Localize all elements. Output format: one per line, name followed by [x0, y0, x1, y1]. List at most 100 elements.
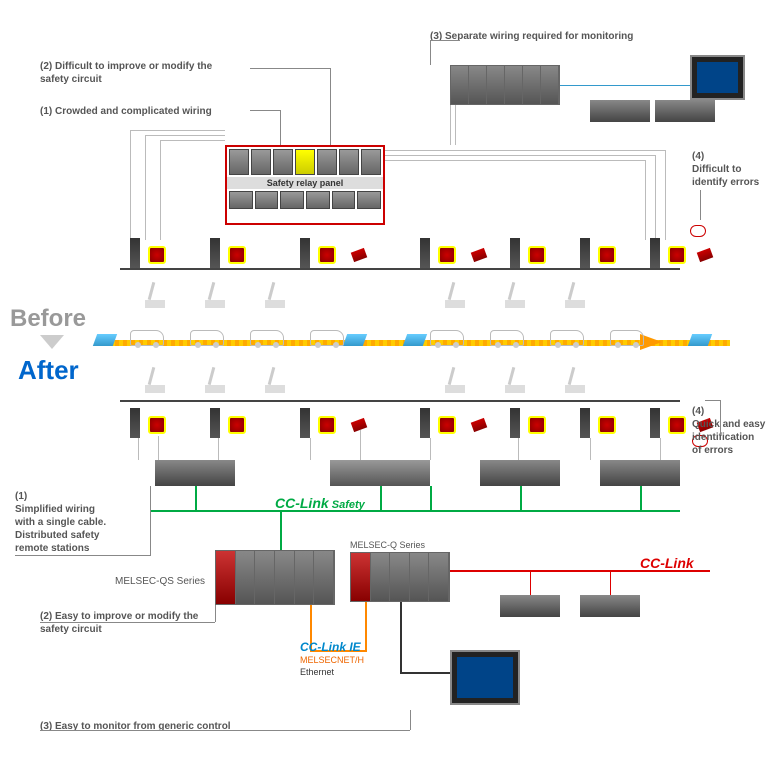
wire	[665, 150, 666, 240]
after-rail	[120, 400, 680, 402]
e-stop	[668, 246, 686, 264]
cc-safety-drop	[520, 486, 522, 510]
wire	[645, 160, 646, 240]
robot-icon	[560, 280, 590, 308]
car-icon	[610, 330, 644, 346]
wire	[655, 155, 656, 240]
cc-remote	[580, 595, 640, 617]
leader-1v	[280, 110, 281, 145]
wire	[138, 438, 139, 460]
leader-a1	[15, 555, 150, 556]
robot-icon	[500, 365, 530, 393]
leader-a2	[40, 622, 215, 623]
leader-2v	[330, 68, 331, 145]
wire	[590, 438, 591, 460]
robot-icon	[440, 365, 470, 393]
e-stop	[318, 246, 336, 264]
switch	[351, 248, 368, 262]
wire	[310, 438, 311, 460]
car-icon	[490, 330, 524, 346]
leader-4v	[700, 190, 701, 220]
leader-a1v	[150, 486, 151, 556]
cc-link-label: CC-Link	[640, 555, 694, 571]
cc-link-drop	[610, 570, 611, 595]
wire	[450, 105, 451, 145]
safety-remote	[330, 460, 430, 486]
wire	[385, 160, 645, 161]
safety-relay-panel: Safety relay panel	[225, 145, 385, 225]
ccie-line	[365, 602, 367, 650]
sensor	[210, 408, 220, 438]
error-indicator	[690, 225, 706, 237]
sensor	[130, 408, 140, 438]
wire	[160, 140, 161, 240]
sensor	[300, 408, 310, 438]
switch	[351, 418, 368, 432]
eth-line-h	[400, 672, 450, 674]
eth-line	[400, 602, 402, 672]
cc-safety-drop	[195, 486, 197, 510]
melsec-q-plc	[350, 552, 450, 602]
car-icon	[430, 330, 464, 346]
wire	[158, 436, 159, 460]
wire	[145, 135, 146, 240]
melsec-qs-label: MELSEC-QS Series	[115, 575, 205, 588]
leader-a4v	[720, 400, 721, 435]
safety-remote	[480, 460, 560, 486]
before-remote-2	[655, 100, 715, 122]
after-label-3: (3) Easy to monitor from generic control	[40, 720, 231, 733]
e-stop	[528, 416, 546, 434]
before-plc	[450, 65, 560, 105]
robot-icon	[260, 365, 290, 393]
e-stop	[148, 416, 166, 434]
before-title: Before	[10, 305, 86, 333]
relay-panel-label: Safety relay panel	[227, 177, 383, 189]
robot-icon	[440, 280, 470, 308]
leader-2	[250, 68, 330, 69]
before-rail	[120, 268, 680, 270]
sensor	[210, 238, 220, 268]
e-stop	[438, 246, 456, 264]
e-stop	[318, 416, 336, 434]
car-icon	[130, 330, 164, 346]
robot-icon	[260, 280, 290, 308]
after-label-4: (4) Quick and easy identification of err…	[692, 405, 765, 457]
leader-3v	[430, 40, 431, 65]
wire	[360, 430, 361, 460]
e-stop	[528, 246, 546, 264]
car-icon	[550, 330, 584, 346]
leader-a4	[705, 400, 720, 401]
sensor	[420, 408, 430, 438]
before-hmi	[690, 55, 745, 100]
e-stop	[668, 416, 686, 434]
e-stop	[598, 416, 616, 434]
before-remote-1	[590, 100, 650, 122]
sensor	[580, 408, 590, 438]
wire	[455, 105, 456, 145]
robot-icon	[500, 280, 530, 308]
wire	[160, 140, 225, 141]
e-stop	[148, 246, 166, 264]
leader-1	[250, 110, 280, 111]
before-net-line	[560, 85, 690, 86]
cc-ie-label: CC-Link IE MELSECNET/H Ethernet	[300, 640, 364, 678]
sensor	[420, 238, 430, 268]
switch	[471, 248, 488, 262]
e-stop	[598, 246, 616, 264]
car-icon	[310, 330, 344, 346]
sensor	[130, 238, 140, 268]
sensor	[650, 238, 660, 268]
after-hmi	[450, 650, 520, 705]
wire	[430, 438, 431, 460]
safety-remote	[600, 460, 680, 486]
before-label-2: (2) Difficult to improve or modify the s…	[40, 60, 212, 86]
robot-icon	[200, 280, 230, 308]
safety-remote	[155, 460, 235, 486]
before-label-1: (1) Crowded and complicated wiring	[40, 105, 212, 118]
wire	[518, 438, 519, 460]
cc-remote	[500, 595, 560, 617]
cc-safety-drop	[430, 486, 432, 510]
melsec-q-label: MELSEC-Q Series	[350, 540, 425, 552]
cc-safety-drop	[380, 486, 382, 510]
cc-link-drop	[530, 570, 531, 595]
